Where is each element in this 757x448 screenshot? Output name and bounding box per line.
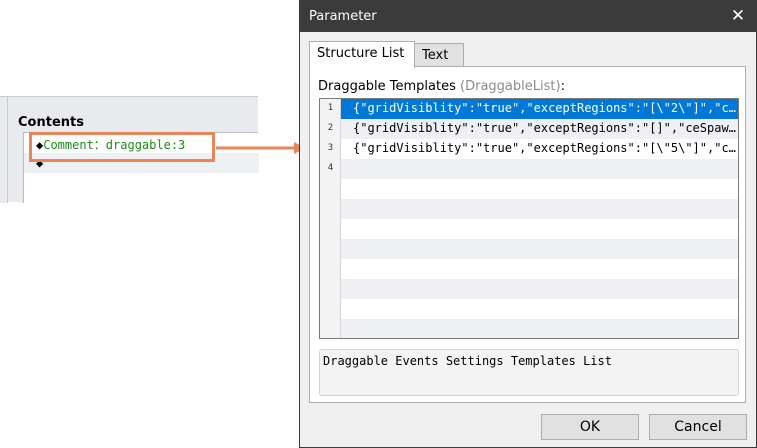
line-number: 2 [327,123,334,133]
description-text: Draggable Events Settings Templates List [323,354,612,368]
connector-arrow-icon [216,142,306,154]
list-item-value: {"gridVisiblity":"true","exceptRegions":… [341,139,738,159]
list-label-main: Draggable Templates [318,79,456,94]
list-item-value [341,159,738,179]
description-box: Draggable Events Settings Templates List [319,349,739,396]
comment-highlight-box [29,132,215,162]
tab-text[interactable]: Text [414,43,464,68]
list-empty-row [320,239,738,259]
list-item-value: {"gridVisiblity":"true","exceptRegions":… [341,99,738,119]
list-empty-row [320,179,738,199]
contents-label: Contents [18,115,84,130]
list-empty-row [320,319,738,338]
list-empty-row [320,259,738,279]
line-number: 1 [327,103,334,113]
list-label-colon: : [560,79,565,94]
cancel-button[interactable]: Cancel [649,414,747,440]
line-number: 3 [327,143,334,153]
tab-structure-list[interactable]: Structure List [309,41,415,68]
editor-left-strip [0,97,8,203]
list-item[interactable]: 2 {"gridVisiblity":"true","exceptRegions… [320,119,738,139]
line-number: 4 [327,163,334,173]
structure-list-panel: Draggable Templates (DraggableList): 1 {… [309,66,746,403]
close-button[interactable]: ✕ [726,5,750,27]
command-row-blank [24,173,259,193]
ok-button[interactable]: OK [541,414,639,440]
dialog-title: Parameter [309,9,377,24]
list-item-value: {"gridVisiblity":"true","exceptRegions":… [341,119,738,139]
list-label: Draggable Templates (DraggableList): [318,79,565,94]
list-item[interactable]: 4 [320,159,738,179]
template-list[interactable]: 1 {"gridVisiblity":"true","exceptRegions… [319,98,739,339]
close-icon: ✕ [730,6,746,26]
list-empty-row [320,299,738,319]
list-label-type: (DraggableList) [460,79,561,94]
list-item[interactable]: 1 {"gridVisiblity":"true","exceptRegions… [320,99,738,119]
list-item[interactable]: 3 {"gridVisiblity":"true","exceptRegions… [320,139,738,159]
list-empty-row [320,199,738,219]
list-empty-row [320,219,738,239]
list-empty-row [320,279,738,299]
parameter-dialog: Parameter ✕ Structure List Text Draggabl… [299,0,757,448]
dialog-titlebar[interactable]: Parameter ✕ [300,1,756,32]
